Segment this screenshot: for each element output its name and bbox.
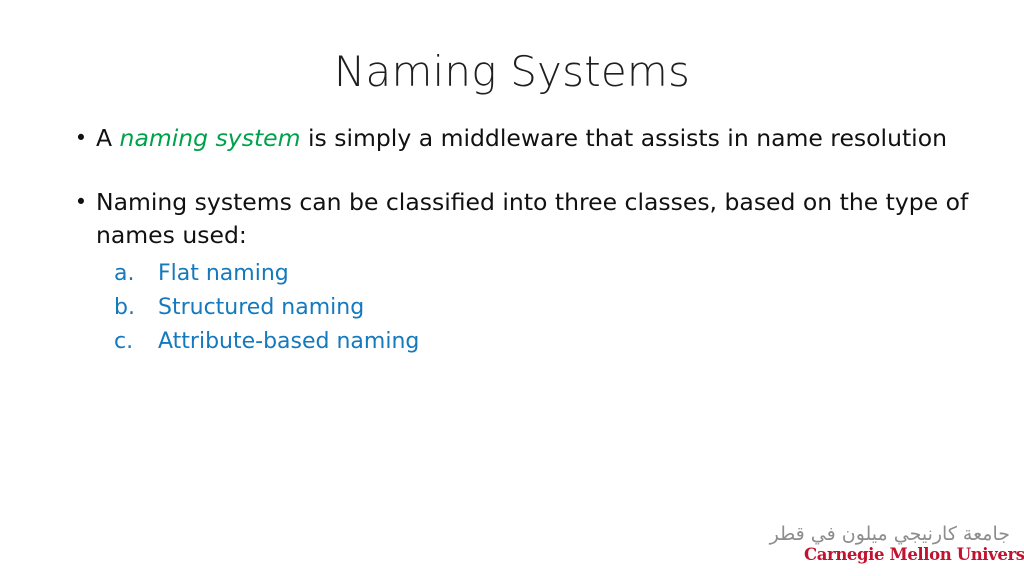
list-item-flat-naming: a. Flat naming <box>114 257 976 291</box>
list-marker-a: a. <box>114 261 135 286</box>
slide-body: • A naming system is simply a middleware… <box>64 122 976 359</box>
bullet-spacer <box>64 155 976 186</box>
page-title: Naming Systems <box>333 47 691 96</box>
bullet-item-1: • A naming system is simply a middleware… <box>64 122 976 155</box>
bullet-1-emphasis-naming-system: naming system <box>119 124 301 152</box>
cmu-qatar-logo: جامعة كارنيجي ميلون في قطر Carnegie Mell… <box>769 523 1024 564</box>
slide-canvas: Naming Systems • A naming system is simp… <box>0 0 1024 576</box>
list-item-structured-naming: b. Structured naming <box>114 291 976 325</box>
logo-arabic-text: جامعة كارنيجي ميلون في قطر <box>769 523 1010 545</box>
bullet-item-2-text: Naming systems can be classified into th… <box>96 188 969 249</box>
logo-latin-text: Carnegie Mellon UniversityQatar <box>804 546 1024 564</box>
bullet-dot-icon: • <box>74 190 88 214</box>
bullet-1-text-after: is simply a middleware that assists in n… <box>300 124 947 152</box>
bullet-dot-icon: • <box>74 126 88 150</box>
bullet-1-text-before: A <box>96 124 120 152</box>
list-marker-c: c. <box>114 329 134 354</box>
list-item-label: Structured naming <box>158 295 365 320</box>
logo-university-name: Carnegie Mellon University <box>804 545 1024 564</box>
list-item-label: Flat naming <box>158 261 289 286</box>
list-marker-b: b. <box>114 295 135 320</box>
list-item-label: Attribute-based naming <box>158 329 420 354</box>
naming-classes-list: a. Flat naming b. Structured naming c. A… <box>64 257 976 359</box>
bullet-item-1-text: A naming system is simply a middleware t… <box>96 122 976 155</box>
list-item-attribute-based-naming: c. Attribute-based naming <box>114 325 976 359</box>
bullet-item-2: • Naming systems can be classified into … <box>64 186 976 252</box>
